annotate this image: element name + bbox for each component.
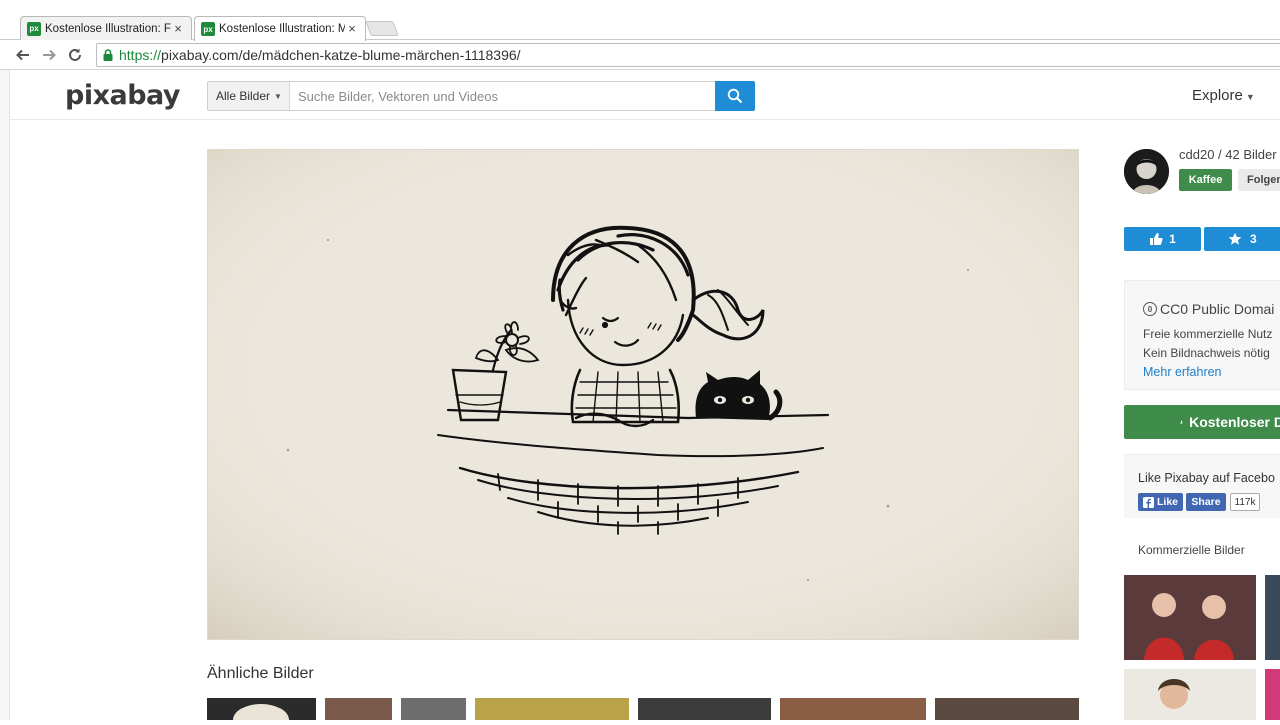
thumb-image	[207, 698, 316, 720]
facebook-icon	[1143, 497, 1154, 508]
forward-button[interactable]	[38, 44, 60, 66]
cc0-icon: 0	[1143, 302, 1157, 316]
license-attribution-text: Kein Bildnachweis nötig	[1143, 346, 1270, 360]
favorite-count: 3	[1250, 232, 1257, 246]
close-tab-icon[interactable]: ×	[171, 22, 185, 36]
download-button[interactable]: Kostenloser D	[1124, 405, 1280, 439]
download-icon	[1180, 414, 1183, 430]
commercial-images-heading: Kommerzielle Bilder	[1138, 543, 1245, 557]
reload-button[interactable]	[64, 44, 86, 66]
facebook-like-count: 117k	[1230, 493, 1260, 511]
facebook-title: Like Pixabay auf Facebo	[1138, 471, 1275, 485]
license-box: 0 CC0 Public Domai Freie kommerzielle Nu…	[1124, 280, 1280, 390]
avatar-image	[1124, 149, 1169, 194]
similar-image-thumb[interactable]	[207, 698, 316, 720]
tab-title: Kostenlose Illustration: Mä	[219, 23, 345, 35]
user-name-count[interactable]: cdd20 / 42 Bilder	[1179, 147, 1277, 162]
reload-icon	[67, 47, 83, 63]
pixabay-favicon-icon: px	[27, 22, 41, 36]
search-bar: Alle Bilder ▼	[207, 81, 755, 111]
similar-image-thumb[interactable]	[935, 698, 1079, 720]
back-button[interactable]	[12, 44, 34, 66]
user-avatar[interactable]	[1124, 149, 1169, 194]
coffee-button[interactable]: Kaffee	[1179, 169, 1232, 191]
browser-tab-1[interactable]: px Kostenlose Illustration: Fra ×	[20, 16, 192, 40]
facebook-like-label: Like	[1157, 496, 1178, 508]
browser-tab-2[interactable]: px Kostenlose Illustration: Mä ×	[194, 16, 366, 41]
arrow-right-icon	[41, 47, 57, 63]
commercial-image-thumb[interactable]	[1124, 575, 1256, 660]
tab-title: Kostenlose Illustration: Fra	[45, 23, 171, 35]
main-image[interactable]	[207, 149, 1079, 640]
caret-down-icon: ▼	[274, 92, 282, 101]
facebook-share-button[interactable]: Share	[1186, 493, 1226, 511]
star-icon	[1228, 232, 1242, 246]
thumbs-up-icon	[1149, 232, 1163, 246]
site-header: pixabay Alle Bilder ▼ Explore▼	[10, 71, 1280, 120]
similar-image-thumb[interactable]	[638, 698, 771, 720]
explore-menu[interactable]: Explore▼	[1192, 87, 1255, 104]
license-commercial-text: Freie kommerzielle Nutz	[1143, 327, 1272, 341]
similar-image-thumb[interactable]	[401, 698, 466, 720]
url-scheme: https://	[119, 47, 161, 63]
search-button[interactable]	[715, 81, 755, 111]
license-name: CC0 Public Domai	[1160, 301, 1274, 317]
similar-images-heading: Ähnliche Bilder	[207, 665, 314, 683]
girl-cat-flower-illustration	[208, 150, 1079, 640]
commercial-image-thumb[interactable]	[1124, 669, 1256, 720]
similar-image-thumb[interactable]	[325, 698, 392, 720]
commercial-image-thumb[interactable]	[1265, 575, 1280, 660]
url-text: pixabay.com/de/mädchen-katze-blume-märch…	[161, 47, 521, 63]
facebook-box: Like Pixabay auf Facebo Like Share 117k	[1124, 454, 1280, 518]
address-bar[interactable]: https://pixabay.com/de/mädchen-katze-blu…	[96, 43, 1280, 67]
thumb-image	[1124, 669, 1256, 720]
follow-button[interactable]: Folgen	[1238, 169, 1280, 191]
thumb-image	[1124, 575, 1256, 660]
search-input[interactable]	[290, 82, 715, 110]
pixabay-favicon-icon: px	[201, 22, 215, 36]
similar-image-thumb[interactable]	[780, 698, 926, 720]
caret-down-icon: ▼	[1246, 92, 1255, 102]
browser-tab-bar: px Kostenlose Illustration: Fra × px Kos…	[0, 0, 1280, 40]
facebook-like-button[interactable]: Like	[1138, 493, 1183, 511]
favorite-button[interactable]: 3	[1204, 227, 1280, 251]
download-label: Kostenloser D	[1189, 414, 1280, 430]
search-type-label: Alle Bilder	[216, 89, 270, 103]
search-icon	[727, 88, 743, 104]
window-left-edge	[0, 70, 10, 720]
close-tab-icon[interactable]: ×	[345, 22, 359, 36]
pixabay-logo[interactable]: pixabay	[65, 80, 180, 111]
lock-icon	[101, 48, 115, 62]
like-button[interactable]: 1	[1124, 227, 1201, 251]
explore-label: Explore	[1192, 87, 1243, 104]
new-tab-button[interactable]	[365, 21, 398, 36]
similar-image-thumb[interactable]	[475, 698, 629, 720]
commercial-image-thumb[interactable]	[1265, 669, 1280, 720]
arrow-left-icon	[15, 47, 31, 63]
search-type-dropdown[interactable]: Alle Bilder ▼	[208, 82, 290, 110]
learn-more-link[interactable]: Mehr erfahren	[1143, 365, 1222, 379]
license-title: 0 CC0 Public Domai	[1143, 301, 1274, 317]
browser-toolbar: https://pixabay.com/de/mädchen-katze-blu…	[0, 40, 1280, 70]
like-count: 1	[1169, 232, 1176, 246]
